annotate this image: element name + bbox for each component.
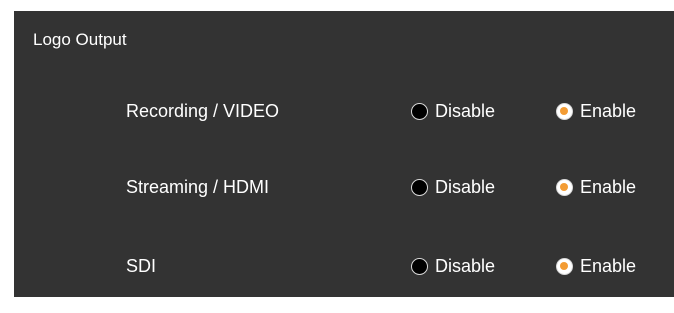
option-label: Disable <box>435 177 496 197</box>
option-label: Disable <box>435 101 496 121</box>
radio-icon[interactable] <box>556 257 573 275</box>
option-label: Enable <box>580 256 637 276</box>
row-label: SDI <box>126 256 157 276</box>
section-title: Logo Output <box>33 30 127 49</box>
option-label: Enable <box>580 177 637 197</box>
sdi-disable-option[interactable]: Disable <box>411 251 495 281</box>
row-recording-video: Recording / VIDEO Disable Enable <box>14 96 674 126</box>
logo-output-panel: Logo Output Recording / VIDEO Disable En… <box>14 11 674 297</box>
option-label: Enable <box>580 101 637 121</box>
recording-disable-option[interactable]: Disable <box>411 96 495 126</box>
radio-icon[interactable] <box>411 178 428 196</box>
streaming-enable-option[interactable]: Enable <box>556 172 636 202</box>
option-label: Disable <box>435 256 496 276</box>
radio-icon[interactable] <box>411 257 428 275</box>
radio-icon[interactable] <box>556 178 573 196</box>
row-sdi: SDI Disable Enable <box>14 251 674 281</box>
sdi-enable-option[interactable]: Enable <box>556 251 636 281</box>
radio-icon[interactable] <box>411 102 428 120</box>
row-label: Streaming / HDMI <box>126 177 270 197</box>
row-label: Recording / VIDEO <box>126 101 280 121</box>
streaming-disable-option[interactable]: Disable <box>411 172 495 202</box>
radio-icon[interactable] <box>556 102 573 120</box>
row-streaming-hdmi: Streaming / HDMI Disable Enable <box>14 172 674 202</box>
recording-enable-option[interactable]: Enable <box>556 96 636 126</box>
